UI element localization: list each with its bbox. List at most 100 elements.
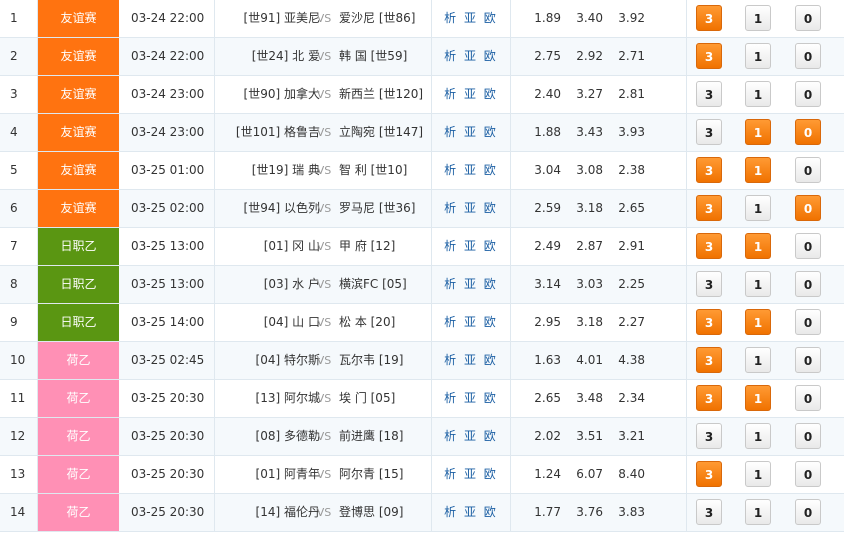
pick-draw-button[interactable]: 1 [745, 499, 771, 525]
home-team[interactable]: [世94] 以色列 [244, 190, 320, 227]
analysis-links[interactable]: 析 亚 欧 [432, 266, 511, 303]
pick-draw-button[interactable]: 1 [745, 5, 771, 31]
pick-loss-button[interactable]: 0 [795, 385, 821, 411]
away-team[interactable]: 瓦尔韦 [19] [339, 342, 403, 379]
analysis-links[interactable]: 析 亚 欧 [432, 494, 511, 531]
away-team[interactable]: 新西兰 [世120] [339, 76, 423, 113]
pick-draw-button[interactable]: 1 [745, 195, 771, 221]
pick-loss-button[interactable]: 0 [795, 461, 821, 487]
league-badge[interactable]: 友谊赛 [38, 114, 119, 151]
league-badge[interactable]: 荷乙 [38, 380, 119, 417]
analysis-links[interactable]: 析 亚 欧 [432, 76, 511, 113]
away-team[interactable]: 前进鹰 [18] [339, 418, 403, 455]
pick-win-button[interactable]: 3 [696, 423, 722, 449]
league-badge[interactable]: 日职乙 [38, 304, 119, 341]
pick-loss-button[interactable]: 0 [795, 347, 821, 373]
pick-loss-button[interactable]: 0 [795, 81, 821, 107]
league-badge[interactable]: 荷乙 [38, 418, 119, 455]
away-team[interactable]: 甲 府 [12] [339, 228, 395, 265]
pick-win-button[interactable]: 3 [696, 119, 722, 145]
pick-loss-button[interactable]: 0 [795, 499, 821, 525]
pick-loss-button[interactable]: 0 [795, 423, 821, 449]
league-badge[interactable]: 友谊赛 [38, 38, 119, 75]
pick-win-button[interactable]: 3 [696, 157, 722, 183]
analysis-links[interactable]: 析 亚 欧 [432, 380, 511, 417]
pick-draw-button[interactable]: 1 [745, 423, 771, 449]
analysis-links[interactable]: 析 亚 欧 [432, 152, 511, 189]
away-team[interactable]: 登博思 [09] [339, 494, 403, 531]
vs-label: VS [316, 468, 332, 481]
analysis-links[interactable]: 析 亚 欧 [432, 456, 511, 493]
league-badge[interactable]: 友谊赛 [38, 190, 119, 227]
away-team[interactable]: 智 利 [世10] [339, 152, 407, 189]
away-team[interactable]: 韩 国 [世59] [339, 38, 407, 75]
league-badge[interactable]: 友谊赛 [38, 0, 119, 37]
league-badge[interactable]: 日职乙 [38, 228, 119, 265]
away-team[interactable]: 松 本 [20] [339, 304, 395, 341]
pick-draw-button[interactable]: 1 [745, 347, 771, 373]
pick-win-button[interactable]: 3 [696, 81, 722, 107]
pick-loss-button[interactable]: 0 [795, 119, 821, 145]
analysis-links[interactable]: 析 亚 欧 [432, 304, 511, 341]
pick-loss-button[interactable]: 0 [795, 195, 821, 221]
analysis-links[interactable]: 析 亚 欧 [432, 38, 511, 75]
away-team[interactable]: 罗马尼 [世36] [339, 190, 415, 227]
away-team[interactable]: 埃 门 [05] [339, 380, 395, 417]
pick-draw-button[interactable]: 1 [745, 119, 771, 145]
pick-win-button[interactable]: 3 [696, 461, 722, 487]
league-badge[interactable]: 日职乙 [38, 266, 119, 303]
pick-win-button[interactable]: 3 [696, 385, 722, 411]
league-badge[interactable]: 荷乙 [38, 342, 119, 379]
home-team[interactable]: [世24] 北 爱 [252, 38, 320, 75]
home-team[interactable]: [世90] 加拿大 [244, 76, 320, 113]
pick-draw-button[interactable]: 1 [745, 271, 771, 297]
pick-draw-button[interactable]: 1 [745, 43, 771, 69]
away-team[interactable]: 爱沙尼 [世86] [339, 0, 415, 37]
home-team[interactable]: [03] 水 户 [264, 266, 320, 303]
pick-draw-button[interactable]: 1 [745, 309, 771, 335]
pick-win-button[interactable]: 3 [696, 271, 722, 297]
pick-win-button[interactable]: 3 [696, 499, 722, 525]
home-team[interactable]: [世91] 亚美尼 [244, 0, 320, 37]
analysis-links[interactable]: 析 亚 欧 [432, 190, 511, 227]
pick-win-button[interactable]: 3 [696, 43, 722, 69]
odds-group: 2.59 3.18 2.65 [511, 190, 687, 227]
pick-draw-button[interactable]: 1 [745, 461, 771, 487]
pick-win-button[interactable]: 3 [696, 347, 722, 373]
pick-win-button[interactable]: 3 [696, 309, 722, 335]
away-team[interactable]: 立陶宛 [世147] [339, 114, 423, 151]
home-team[interactable]: [08] 多德勒 [256, 418, 320, 455]
league-badge[interactable]: 友谊赛 [38, 152, 119, 189]
pick-win-button[interactable]: 3 [696, 5, 722, 31]
pick-loss-button[interactable]: 0 [795, 43, 821, 69]
home-team[interactable]: [13] 阿尔城 [256, 380, 320, 417]
pick-draw-button[interactable]: 1 [745, 233, 771, 259]
pick-loss-button[interactable]: 0 [795, 157, 821, 183]
analysis-links[interactable]: 析 亚 欧 [432, 342, 511, 379]
analysis-links[interactable]: 析 亚 欧 [432, 114, 511, 151]
pick-draw-button[interactable]: 1 [745, 385, 771, 411]
league-badge[interactable]: 荷乙 [38, 494, 119, 531]
home-team[interactable]: [世101] 格鲁吉 [236, 114, 320, 151]
home-team[interactable]: [世19] 瑞 典 [252, 152, 320, 189]
league-badge[interactable]: 友谊赛 [38, 76, 119, 113]
home-team[interactable]: [04] 特尔斯 [256, 342, 320, 379]
away-team[interactable]: 横滨FC [05] [339, 266, 407, 303]
away-team[interactable]: 阿尔青 [15] [339, 456, 403, 493]
pick-win-button[interactable]: 3 [696, 195, 722, 221]
pick-draw-button[interactable]: 1 [745, 157, 771, 183]
pick-loss-button[interactable]: 0 [795, 271, 821, 297]
pick-loss-button[interactable]: 0 [795, 233, 821, 259]
pick-loss-button[interactable]: 0 [795, 309, 821, 335]
home-team[interactable]: [04] 山 口 [264, 304, 320, 341]
analysis-links[interactable]: 析 亚 欧 [432, 418, 511, 455]
pick-loss-button[interactable]: 0 [795, 5, 821, 31]
analysis-links[interactable]: 析 亚 欧 [432, 0, 511, 37]
home-team[interactable]: [01] 阿青年 [256, 456, 320, 493]
league-badge[interactable]: 荷乙 [38, 456, 119, 493]
home-team[interactable]: [01] 冈 山 [264, 228, 320, 265]
analysis-links[interactable]: 析 亚 欧 [432, 228, 511, 265]
pick-draw-button[interactable]: 1 [745, 81, 771, 107]
pick-win-button[interactable]: 3 [696, 233, 722, 259]
home-team[interactable]: [14] 福伦丹 [256, 494, 320, 531]
